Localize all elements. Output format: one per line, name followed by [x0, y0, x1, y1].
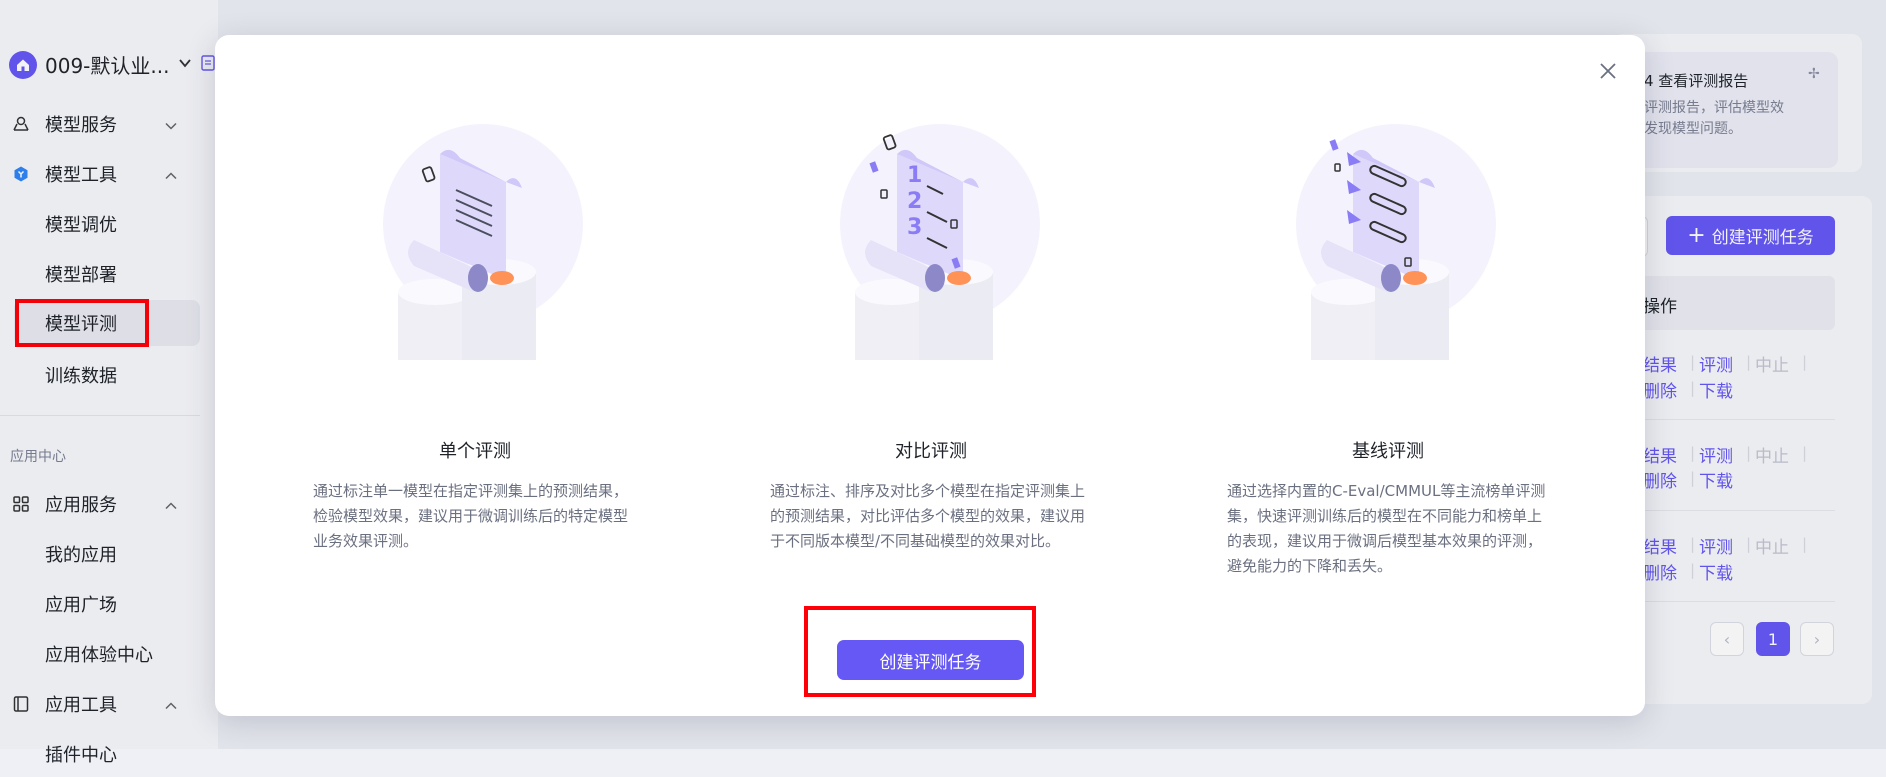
option-title-baseline: 基线评测: [1352, 441, 1424, 462]
baseline-eval-illustration: [1269, 102, 1509, 362]
option-desc-baseline: 通过选择内置的C-Eval/CMMUL等主流榜单评测集，快速评测训练后的模型在不…: [1227, 482, 1546, 575]
svg-text:2: 2: [907, 189, 922, 214]
svg-text:1: 1: [907, 163, 922, 188]
create-eval-task-modal-button[interactable]: 创建评测任务: [837, 640, 1024, 680]
option-desc-single: 通过标注单一模型在指定评测集上的预测结果，检验模型效果，建议用于微调训练后的特定…: [313, 482, 629, 550]
svg-text:3: 3: [907, 215, 922, 240]
option-desc-compare: 通过标注、排序及对比多个模型在指定评测集上的预测结果，对比评估多个模型的效果，建…: [770, 482, 1086, 550]
compare-eval-illustration: 1 2 3: [813, 102, 1053, 362]
single-eval-illustration: [356, 102, 596, 362]
option-title-single: 单个评测: [439, 441, 511, 462]
close-icon[interactable]: [1597, 60, 1619, 82]
option-title-compare: 对比评测: [895, 441, 967, 462]
